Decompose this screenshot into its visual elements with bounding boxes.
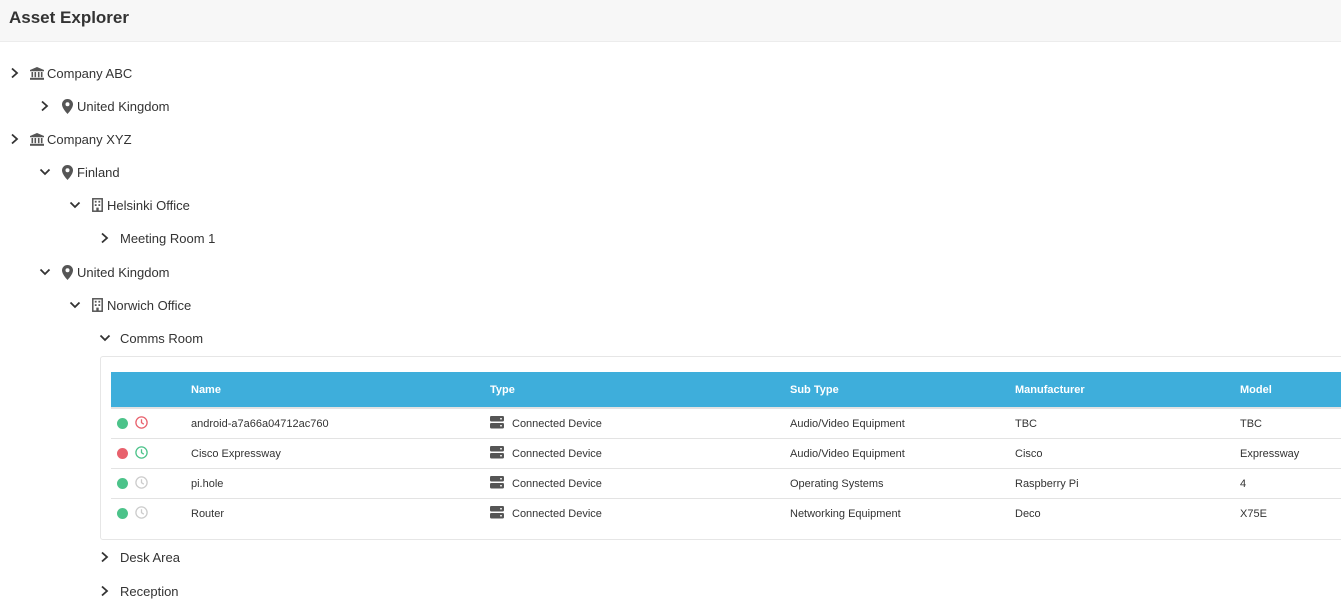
asset-model: Expressway [1240, 438, 1341, 469]
status-cell [111, 407, 191, 439]
status-cell [111, 468, 191, 499]
status-dot [117, 448, 128, 459]
map-marker-icon [60, 164, 74, 180]
map-marker-icon [60, 264, 74, 280]
asset-type-cell: Connected Device [490, 438, 790, 469]
chevron-right-icon[interactable] [38, 99, 52, 113]
chevron-down-icon[interactable] [68, 198, 82, 212]
chevron-down-icon[interactable] [38, 165, 52, 179]
asset-sub-type: Networking Equipment [790, 498, 1015, 528]
asset-manufacturer: Raspberry Pi [1015, 468, 1240, 499]
column-header-model[interactable]: Model [1240, 372, 1341, 408]
building-icon [90, 197, 104, 213]
tree-node-norwich-office[interactable]: Norwich Office [68, 294, 191, 316]
tree-node-label: Helsinki Office [107, 197, 190, 213]
asset-manufacturer: Deco [1015, 498, 1240, 528]
column-header-manufacturer[interactable]: Manufacturer [1015, 372, 1240, 408]
tree-node-label: Company XYZ [47, 131, 132, 147]
chevron-down-icon[interactable] [68, 298, 82, 312]
asset-name[interactable]: Router [191, 498, 490, 528]
server-icon [490, 415, 504, 432]
tree-node-label: Meeting Room 1 [120, 230, 216, 246]
tree-node-company-xyz[interactable]: Company XYZ [8, 128, 132, 150]
bank-icon [30, 131, 44, 147]
table-row[interactable]: android-a7a66a04712ac760 Connected Devic… [111, 407, 1341, 439]
chevron-down-icon[interactable] [38, 265, 52, 279]
tree-node-helsinki-office[interactable]: Helsinki Office [68, 194, 190, 216]
clock-icon [135, 475, 148, 492]
tree-node-label: United Kingdom [77, 98, 170, 114]
column-header-name[interactable]: Name [191, 372, 490, 408]
clock-icon [135, 505, 148, 522]
asset-sub-type: Audio/Video Equipment [790, 407, 1015, 439]
server-icon [490, 505, 504, 522]
asset-type-cell: Connected Device [490, 407, 790, 439]
tree-node-label: Company ABC [47, 65, 133, 81]
map-marker-icon [60, 98, 74, 114]
status-cell [111, 438, 191, 469]
assets-panel: Name Type Sub Type Manufacturer Model an… [100, 356, 1341, 540]
table-row[interactable]: Cisco Expressway Connected Device Audio/… [111, 438, 1341, 469]
asset-model: X75E [1240, 498, 1341, 528]
tree-node-label: United Kingdom [77, 264, 170, 280]
status-dot [117, 478, 128, 489]
chevron-right-icon[interactable] [8, 132, 22, 146]
tree-node-finland[interactable]: Finland [38, 161, 120, 183]
asset-type: Connected Device [512, 507, 602, 520]
asset-name[interactable]: android-a7a66a04712ac760 [191, 407, 490, 439]
chevron-down-icon[interactable] [98, 331, 112, 345]
column-header-type[interactable]: Type [490, 372, 790, 408]
status-cell [111, 498, 191, 528]
asset-sub-type: Audio/Video Equipment [790, 438, 1015, 469]
status-column-header [111, 372, 191, 408]
asset-manufacturer: TBC [1015, 407, 1240, 439]
tree-node-label: Comms Room [120, 330, 204, 346]
clock-icon [135, 415, 148, 432]
table-header-row: Name Type Sub Type Manufacturer Model [111, 372, 1341, 408]
tree-node-abc-united-kingdom[interactable]: United Kingdom [38, 95, 170, 117]
asset-type: Connected Device [512, 447, 602, 460]
asset-type-cell: Connected Device [490, 498, 790, 528]
tree-node-label: Finland [77, 164, 120, 180]
asset-type: Connected Device [512, 477, 602, 490]
tree-node-meeting-room-1[interactable]: Meeting Room 1 [98, 227, 215, 249]
bank-icon [30, 65, 44, 81]
tree-node-comms-room[interactable]: Comms Room [98, 327, 203, 349]
tree-node-label: Norwich Office [107, 297, 192, 313]
column-header-sub-type[interactable]: Sub Type [790, 372, 1015, 408]
table-row[interactable]: pi.hole Connected Device Operating Syste… [111, 468, 1341, 499]
asset-name[interactable]: Cisco Expressway [191, 438, 490, 469]
tree-node-reception[interactable]: Reception [98, 580, 179, 602]
chevron-right-icon[interactable] [98, 550, 112, 564]
page-title: Asset Explorer [9, 8, 129, 27]
tree-node-xyz-united-kingdom[interactable]: United Kingdom [38, 261, 170, 283]
tree-node-desk-area[interactable]: Desk Area [98, 546, 180, 568]
tree-node-label: Reception [120, 583, 179, 599]
app-header: Asset Explorer [0, 0, 1341, 42]
status-dot [117, 508, 128, 519]
asset-manufacturer: Cisco [1015, 438, 1240, 469]
asset-model: TBC [1240, 407, 1341, 439]
asset-model: 4 [1240, 468, 1341, 499]
chevron-right-icon[interactable] [98, 231, 112, 245]
tree-node-label: Desk Area [120, 549, 180, 565]
server-icon [490, 475, 504, 492]
chevron-right-icon[interactable] [98, 584, 112, 598]
asset-sub-type: Operating Systems [790, 468, 1015, 499]
asset-name[interactable]: pi.hole [191, 468, 490, 499]
asset-type: Connected Device [512, 417, 602, 430]
chevron-right-icon[interactable] [8, 66, 22, 80]
assets-table: Name Type Sub Type Manufacturer Model an… [111, 372, 1341, 528]
clock-icon [135, 445, 148, 462]
building-icon [90, 297, 104, 313]
table-row[interactable]: Router Connected Device Networking Equip… [111, 498, 1341, 528]
asset-type-cell: Connected Device [490, 468, 790, 499]
status-dot [117, 418, 128, 429]
tree-node-company-abc[interactable]: Company ABC [8, 62, 132, 84]
server-icon [490, 445, 504, 462]
